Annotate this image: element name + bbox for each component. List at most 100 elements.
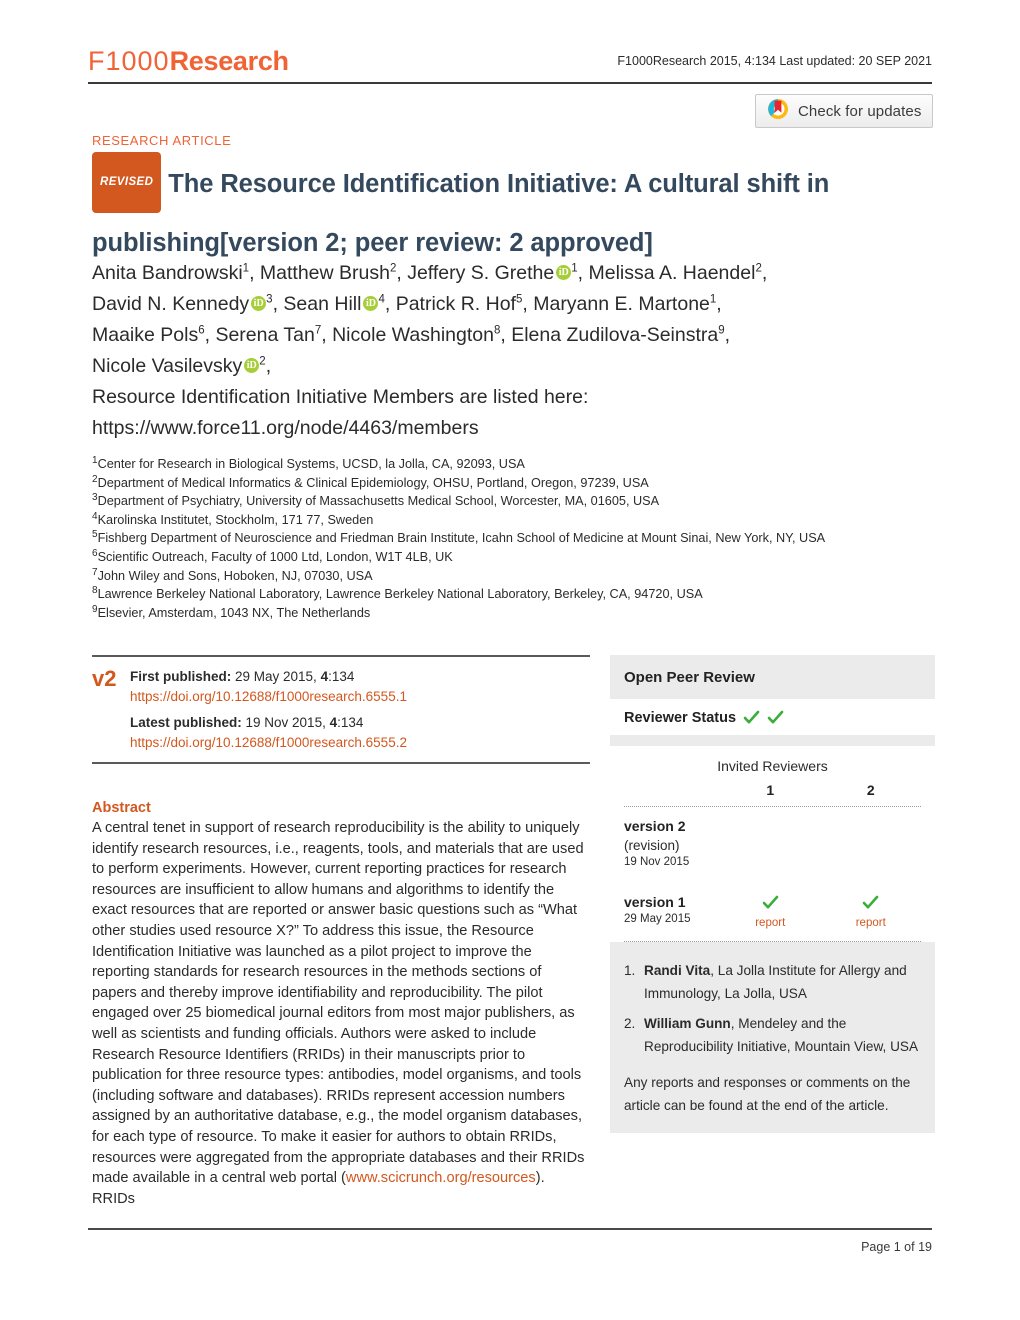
- affiliation-text: Elsevier, Amsterdam, 1043 NX, The Nether…: [97, 605, 371, 620]
- version-date: 19 Nov 2015: [624, 856, 690, 868]
- affiliation-item: 8Lawrence Berkeley National Laboratory, …: [92, 585, 952, 604]
- first-published-date: 29 May 2015,: [231, 669, 321, 684]
- affiliation-text: Scientific Outreach, Faculty of 1000 Ltd…: [97, 549, 453, 564]
- author-name[interactable]: , Patrick R. Hof: [385, 293, 516, 315]
- author-name[interactable]: , Maryann E. Martone: [522, 293, 710, 315]
- version-date: 29 May 2015: [624, 913, 691, 925]
- page-header: F1000Research F1000Research 2015, 4:134 …: [88, 46, 932, 86]
- affiliation-item: 6Scientific Outreach, Faculty of 1000 Lt…: [92, 548, 952, 567]
- latest-published-line: Latest published: 19 Nov 2015, 4:134: [130, 713, 407, 733]
- review-cell: report: [720, 894, 821, 929]
- affiliation-item: 7John Wiley and Sons, Hoboken, NJ, 07030…: [92, 567, 952, 586]
- left-column: v2 First published: 29 May 2015, 4:134 h…: [92, 655, 590, 1209]
- affiliation-item: 5Fishberg Department of Neuroscience and…: [92, 529, 952, 548]
- affiliation-text: Department of Medical Informatics & Clin…: [97, 475, 649, 490]
- open-peer-review-heading: Open Peer Review: [610, 655, 935, 699]
- orcid-icon[interactable]: [556, 264, 572, 281]
- author-name[interactable]: , Elena Zudilova-Seinstra: [500, 324, 718, 346]
- reviewer-name[interactable]: William Gunn: [644, 1016, 731, 1031]
- report-link[interactable]: report: [720, 917, 821, 929]
- publication-info-box: v2 First published: 29 May 2015, 4:134 h…: [92, 655, 590, 764]
- reviewer-status-row: Reviewer Status: [610, 699, 935, 735]
- reviewer-status-label: Reviewer Status: [624, 709, 737, 726]
- author-name[interactable]: , Matthew Brush: [249, 262, 390, 284]
- orcid-icon[interactable]: [244, 357, 260, 374]
- orcid-icon[interactable]: [363, 295, 379, 312]
- first-published-line: First published: 29 May 2015, 4:134: [130, 667, 407, 687]
- group-authors-url[interactable]: https://www.force11.org/node/4463/member…: [92, 413, 942, 444]
- author-name[interactable]: Anita Bandrowski: [92, 262, 243, 284]
- invited-reviewers-header: Invited Reviewers: [717, 758, 828, 774]
- affiliation-text: Center for Research in Biological System…: [97, 457, 525, 471]
- author-name[interactable]: , Sean Hill: [273, 293, 362, 315]
- version-cell: version 1 29 May 2015: [624, 894, 720, 929]
- latest-published-article: :134: [337, 715, 364, 730]
- latest-published-volume: 4: [329, 715, 338, 730]
- title-version-suffix: [version 2; peer review: 2 approved]: [219, 229, 653, 257]
- list-item: 1. Randi Vita, La Jolla Institute for All…: [624, 959, 921, 1005]
- affiliation-item: 3Department of Psychiatry, University of…: [92, 492, 952, 511]
- author-separator: ,: [761, 262, 768, 284]
- version-name: version 2: [624, 818, 686, 834]
- orcid-icon[interactable]: [251, 295, 267, 312]
- review-cell: [821, 818, 922, 868]
- title-line-2-main: publishing: [92, 229, 220, 257]
- list-item: 2. William Gunn, Mendeley and the Reprodu…: [624, 1012, 921, 1058]
- footer-divider: [88, 1228, 932, 1230]
- affiliation-text: John Wiley and Sons, Hoboken, NJ, 07030,…: [97, 568, 373, 583]
- approved-check-icon: [862, 894, 879, 911]
- first-published-article: :134: [328, 669, 355, 684]
- reviewer-column-1: 1: [766, 782, 775, 798]
- report-link[interactable]: report: [821, 917, 922, 929]
- version-marker: v2: [92, 666, 117, 691]
- table-row: version 1 29 May 2015 report report: [624, 872, 921, 941]
- author-name[interactable]: Nicole Vasilevsky: [92, 355, 242, 377]
- abstract-body: A central tenet in support of research r…: [92, 818, 590, 1209]
- affiliation-text: Fishberg Department of Neuroscience and …: [97, 531, 826, 546]
- crossmark-label: Check for updates: [798, 102, 922, 120]
- first-published-doi-link[interactable]: https://doi.org/10.12688/f1000research.6…: [130, 687, 407, 707]
- abstract-text-part1: A central tenet in support of research r…: [92, 820, 585, 1187]
- reviewer-column-2: 2: [866, 782, 875, 798]
- author-separator: ,: [716, 293, 722, 315]
- affiliation-item: 2Department of Medical Informatics & Cli…: [92, 474, 952, 493]
- page-number: Page 1 of 19: [861, 1240, 932, 1254]
- reviewer-number: 1.: [624, 963, 636, 978]
- header-citation-meta: F1000Research 2015, 4:134 Last updated: …: [617, 54, 932, 68]
- reviewer-number: 2.: [624, 1016, 636, 1031]
- author-list: Anita Bandrowski1, Matthew Brush2, Jeffe…: [92, 258, 942, 444]
- author-name[interactable]: , Melissa A. Haendel: [578, 262, 756, 284]
- author-name[interactable]: , Nicole Washington: [321, 324, 494, 346]
- author-name[interactable]: , Jeffery S. Grethe: [396, 262, 554, 284]
- reviewer-name[interactable]: Randi Vita: [644, 963, 710, 978]
- article-type-label: RESEARCH ARTICLE: [92, 133, 232, 148]
- page-title: REVISED The Resource Identification Initi…: [92, 152, 937, 271]
- first-published-volume: 4: [320, 669, 329, 684]
- affiliation-text: Karolinska Institutet, Stockholm, 171 77…: [97, 512, 374, 527]
- author-separator: ,: [265, 355, 272, 377]
- f1000research-logo: F1000Research: [88, 46, 289, 76]
- table-corner-cell: [624, 782, 720, 798]
- author-name[interactable]: Maaike Pols: [92, 324, 198, 346]
- peer-review-note: Any reports and responses or comments on…: [624, 1075, 911, 1113]
- group-authors-note: Resource Identification Initiative Membe…: [92, 386, 589, 408]
- abstract-heading: Abstract: [92, 800, 151, 816]
- affiliation-item: 1Center for Research in Biological Syste…: [92, 455, 952, 474]
- affiliation-item: 9Elsevier, Amsterdam, 1043 NX, The Nethe…: [92, 604, 952, 623]
- affiliation-list: 1Center for Research in Biological Syste…: [92, 455, 952, 622]
- scicrunch-portal-link[interactable]: www.scicrunch.org/resources: [346, 1170, 536, 1186]
- approved-check-icon: [767, 709, 784, 726]
- approved-check-icon: [762, 894, 779, 911]
- article-page: F1000Research F1000Research 2015, 4:134 …: [0, 0, 1020, 1320]
- check-for-updates-button[interactable]: Check for updates: [755, 94, 933, 128]
- first-published-label: First published:: [130, 669, 232, 684]
- title-line-1: The Resource Identification Initiative: …: [168, 170, 830, 199]
- table-row: version 2 (revision) 19 Nov 2015: [624, 807, 921, 872]
- latest-published-doi-link[interactable]: https://doi.org/10.12688/f1000research.6…: [130, 733, 407, 753]
- version-cell: version 2 (revision) 19 Nov 2015: [624, 818, 720, 868]
- reviewer-list: 1. Randi Vita, La Jolla Institute for All…: [610, 942, 935, 1133]
- author-name[interactable]: David N. Kennedy: [92, 293, 249, 315]
- author-name[interactable]: , Serena Tan: [205, 324, 315, 346]
- latest-published-date: 19 Nov 2015,: [241, 715, 330, 730]
